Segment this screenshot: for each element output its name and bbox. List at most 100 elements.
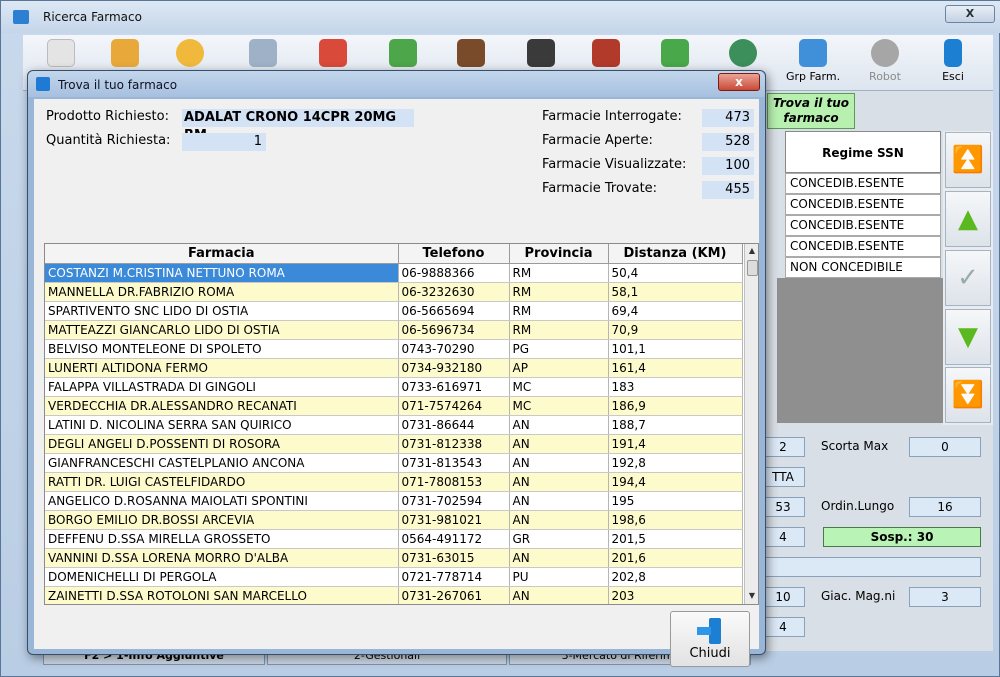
table-row[interactable]: BELVISO MONTELEONE DI SPOLETO 0743-70290 P… [45,339,743,359]
chiudi-label: Chiudi [689,646,731,661]
table-row[interactable]: BORGO EMILIO DR.BOSSI ARCEVIA 0731-981021… [45,510,743,530]
scroll-down-icon[interactable]: ▼ [745,589,758,603]
partial-field-3: 53 [761,497,805,517]
cell-distanza: 183 [608,377,743,397]
table-row[interactable]: ANGELICO D.ROSANNA MAIOLATI SPONTINI 0731… [45,491,743,511]
table-row[interactable]: RATTI DR. LUIGI CASTELFIDARDO 071-7808153… [45,472,743,492]
cell-provincia: RM [509,301,609,321]
quantita-value: 1 [182,133,266,151]
scorta-max-label: Scorta Max [821,439,889,453]
cell-distanza: 101,1 [608,339,743,359]
cell-provincia: AP [509,358,609,378]
cell-farmacia: SPARTIVENTO SNC LIDO DI OSTIA [45,301,399,321]
table-row[interactable]: VERDECCHIA DR.ALESSANDRO RECANATI 071-757… [45,396,743,416]
cell-provincia: PU [509,567,609,587]
cell-distanza: 50,4 [608,263,743,283]
ordin-lungo-field[interactable]: 16 [909,497,981,517]
dialog-title: Trova il tuo farmaco [58,78,178,92]
cell-farmacia: DEFFENU D.SSA MIRELLA GROSSETO [45,529,399,549]
main-close-button[interactable]: X [945,5,995,23]
scroll-up-icon[interactable]: ▲ [745,244,758,258]
cell-distanza: 69,4 [608,301,743,321]
cell-distanza: 201,5 [608,529,743,549]
cell-farmacia: ANGELICO D.ROSANNA MAIOLATI SPONTINI [45,491,399,511]
cell-provincia: AN [509,472,609,492]
table-row[interactable]: FALAPPA VILLASTRADA DI GINGOLI 0733-61697… [45,377,743,397]
trova-farmaco-button[interactable]: Trova il tuo farmaco [767,93,855,129]
table-row[interactable]: VANNINI D.SSA LORENA MORRO D'ALBA 0731-63… [45,548,743,568]
last-record-icon[interactable]: ⏬ [945,367,991,423]
table-row[interactable]: DEFFENU D.SSA MIRELLA GROSSETO 0564-49117… [45,529,743,549]
regime-ssn-header: Regime SSN [785,131,941,173]
prodotto-label: Prodotto Richiesto: [46,109,169,124]
dialog-app-icon [36,77,50,91]
table-row[interactable]: GIANFRANCESCHI CASTELPLANIO ANCONA 0731-8… [45,453,743,473]
farmacie-table: Farmacia Telefono Provincia Distanza (KM… [45,244,743,604]
table-row[interactable]: ZAINETTI D.SSA ROTOLONI SAN MARCELLO 0731… [45,586,743,604]
dialog-close-button[interactable]: x [718,73,760,91]
cell-telefono: 0731-702594 [398,491,510,511]
column-header-provincia[interactable]: Provincia [509,244,609,264]
table-row[interactable]: DOMENICHELLI DI PERGOLA 0721-778714 PU 202,… [45,567,743,587]
table-row[interactable]: LATINI D. NICOLINA SERRA SAN QUIRICO 0731… [45,415,743,435]
home-icon [729,39,757,67]
cell-distanza: 58,1 [608,282,743,302]
cell-telefono: 06-3232630 [398,282,510,302]
stat-value: 100 [702,157,754,175]
prodotto-value: ADALAT CRONO 14CPR 20MG RM [182,109,414,143]
column-header-distanza[interactable]: Distanza (KM) [608,244,743,264]
regime-cell: NON CONCEDIBILE [785,257,941,278]
chiudi-button[interactable]: Chiudi [670,611,750,667]
blank-icon [47,39,75,67]
cell-telefono: 06-5696734 [398,320,510,340]
cell-provincia: RM [509,320,609,340]
next-record-icon[interactable]: ▼ [945,309,991,365]
cell-farmacia: RATTI DR. LUIGI CASTELFIDARDO [45,472,399,492]
chat-icon [176,39,204,67]
previous-record-icon[interactable]: ▲ [945,191,991,247]
cell-provincia: MC [509,396,609,416]
cell-telefono: 0734-932180 [398,358,510,378]
scroll-thumb[interactable] [747,260,758,276]
farmacie-grid: Farmacia Telefono Provincia Distanza (KM… [44,243,759,605]
table-row[interactable]: DEGLI ANGELI D.POSSENTI DI ROSORA 0731-81… [45,434,743,454]
column-header-telefono[interactable]: Telefono [398,244,510,264]
confirm-check-icon[interactable]: ✓ [945,250,991,306]
table-header-row: Farmacia Telefono Provincia Distanza (KM… [45,244,743,264]
table-row[interactable]: LUNERTI ALTIDONA FERMO 0734-932180 AP 161,4 [45,358,743,378]
main-window-title: Ricerca Farmaco [43,10,142,24]
cell-farmacia: GIANFRANCESCHI CASTELPLANIO ANCONA [45,453,399,473]
cell-telefono: 0731-86644 [398,415,510,435]
cell-telefono: 0731-812338 [398,434,510,454]
cell-telefono: 0721-778714 [398,567,510,587]
cell-distanza: 195 [608,491,743,511]
table-row[interactable]: MATTEAZZI GIANCARLO LIDO DI OSTIA 06-5696… [45,320,743,340]
giac-magni-field[interactable]: 3 [909,587,981,607]
cell-provincia: AN [509,415,609,435]
table-row[interactable]: SPARTIVENTO SNC LIDO DI OSTIA 06-5665694 R… [45,301,743,321]
grid-scrollbar[interactable]: ▲ ▼ [744,244,758,604]
cell-farmacia: MANNELLA DR.FABRIZIO ROMA [45,282,399,302]
table-row[interactable]: COSTANZI M.CRISTINA NETTUNO ROMA 06-98883… [45,263,743,283]
cell-telefono: 0564-491172 [398,529,510,549]
cell-telefono: 0731-981021 [398,510,510,530]
cell-farmacia: LUNERTI ALTIDONA FERMO [45,358,399,378]
column-header-farmacia[interactable]: Farmacia [45,244,399,264]
stat-label: Farmacie Visualizzate: [542,157,687,172]
card-icon [319,39,347,67]
cell-farmacia: VERDECCHIA DR.ALESSANDRO RECANATI [45,396,399,416]
first-record-icon[interactable]: ⏫ [945,132,991,188]
table-row[interactable]: MANNELLA DR.FABRIZIO ROMA 06-3232630 RM 58,… [45,282,743,302]
regime-cell: CONCEDIB.ESENTE [785,173,941,194]
scorta-max-field[interactable]: 0 [909,437,981,457]
cell-distanza: 201,6 [608,548,743,568]
cell-telefono: 0731-267061 [398,586,510,604]
toolbar-button-robot[interactable]: Robot [855,37,915,89]
toolbar-button-grp-farm[interactable]: Grp Farm. [783,37,843,89]
trova-farmaco-dialog: Trova il tuo farmaco x Prodotto Richiest… [27,70,766,667]
toolbar-button-esci[interactable]: Esci [923,37,983,89]
cell-distanza: 70,9 [608,320,743,340]
cell-provincia: MC [509,377,609,397]
cell-farmacia: BELVISO MONTELEONE DI SPOLETO [45,339,399,359]
cell-telefono: 0733-616971 [398,377,510,397]
